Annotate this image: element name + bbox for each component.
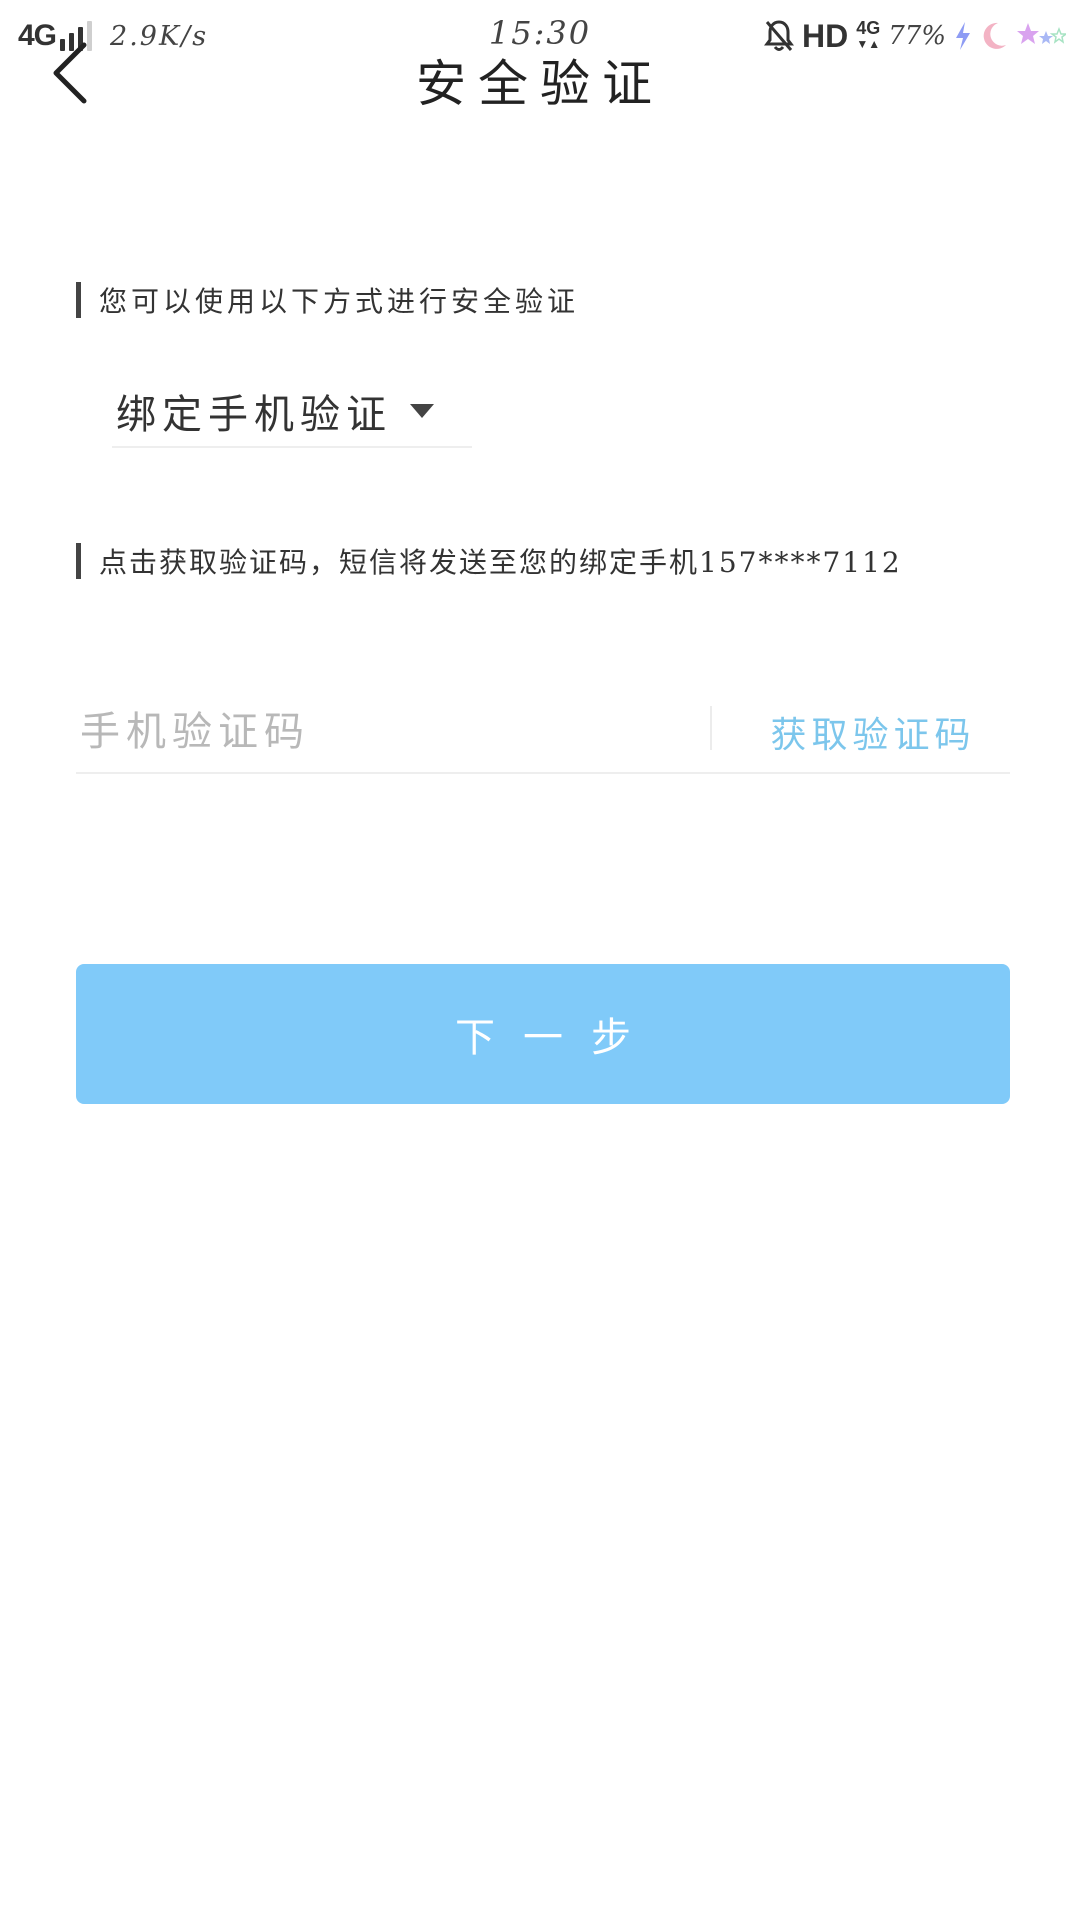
sms-hint-text: 点击获取验证码，短信将发送至您的绑定手机157****7112 [99,546,902,579]
sms-code-input[interactable] [76,700,676,764]
label-accent-bar [76,282,81,318]
verification-method-value: 绑定手机验证 [116,392,392,438]
verification-method-select[interactable]: 绑定手机验证 [112,376,472,448]
code-divider [710,706,712,750]
code-row: 获取验证码 [76,690,1010,774]
caret-down-icon [410,404,434,418]
next-step-button[interactable]: 下一步 [76,964,1010,1104]
page-title: 安全验证 [416,55,664,113]
label-accent-bar [76,543,81,579]
get-code-button[interactable]: 获取验证码 [736,704,1010,760]
methods-label: 您可以使用以下方式进行安全验证 [76,280,579,320]
sms-hint: 点击获取验证码，短信将发送至您的绑定手机157****7112 [76,541,902,581]
methods-label-text: 您可以使用以下方式进行安全验证 [99,285,580,318]
network-small-label: 4G [856,18,881,38]
